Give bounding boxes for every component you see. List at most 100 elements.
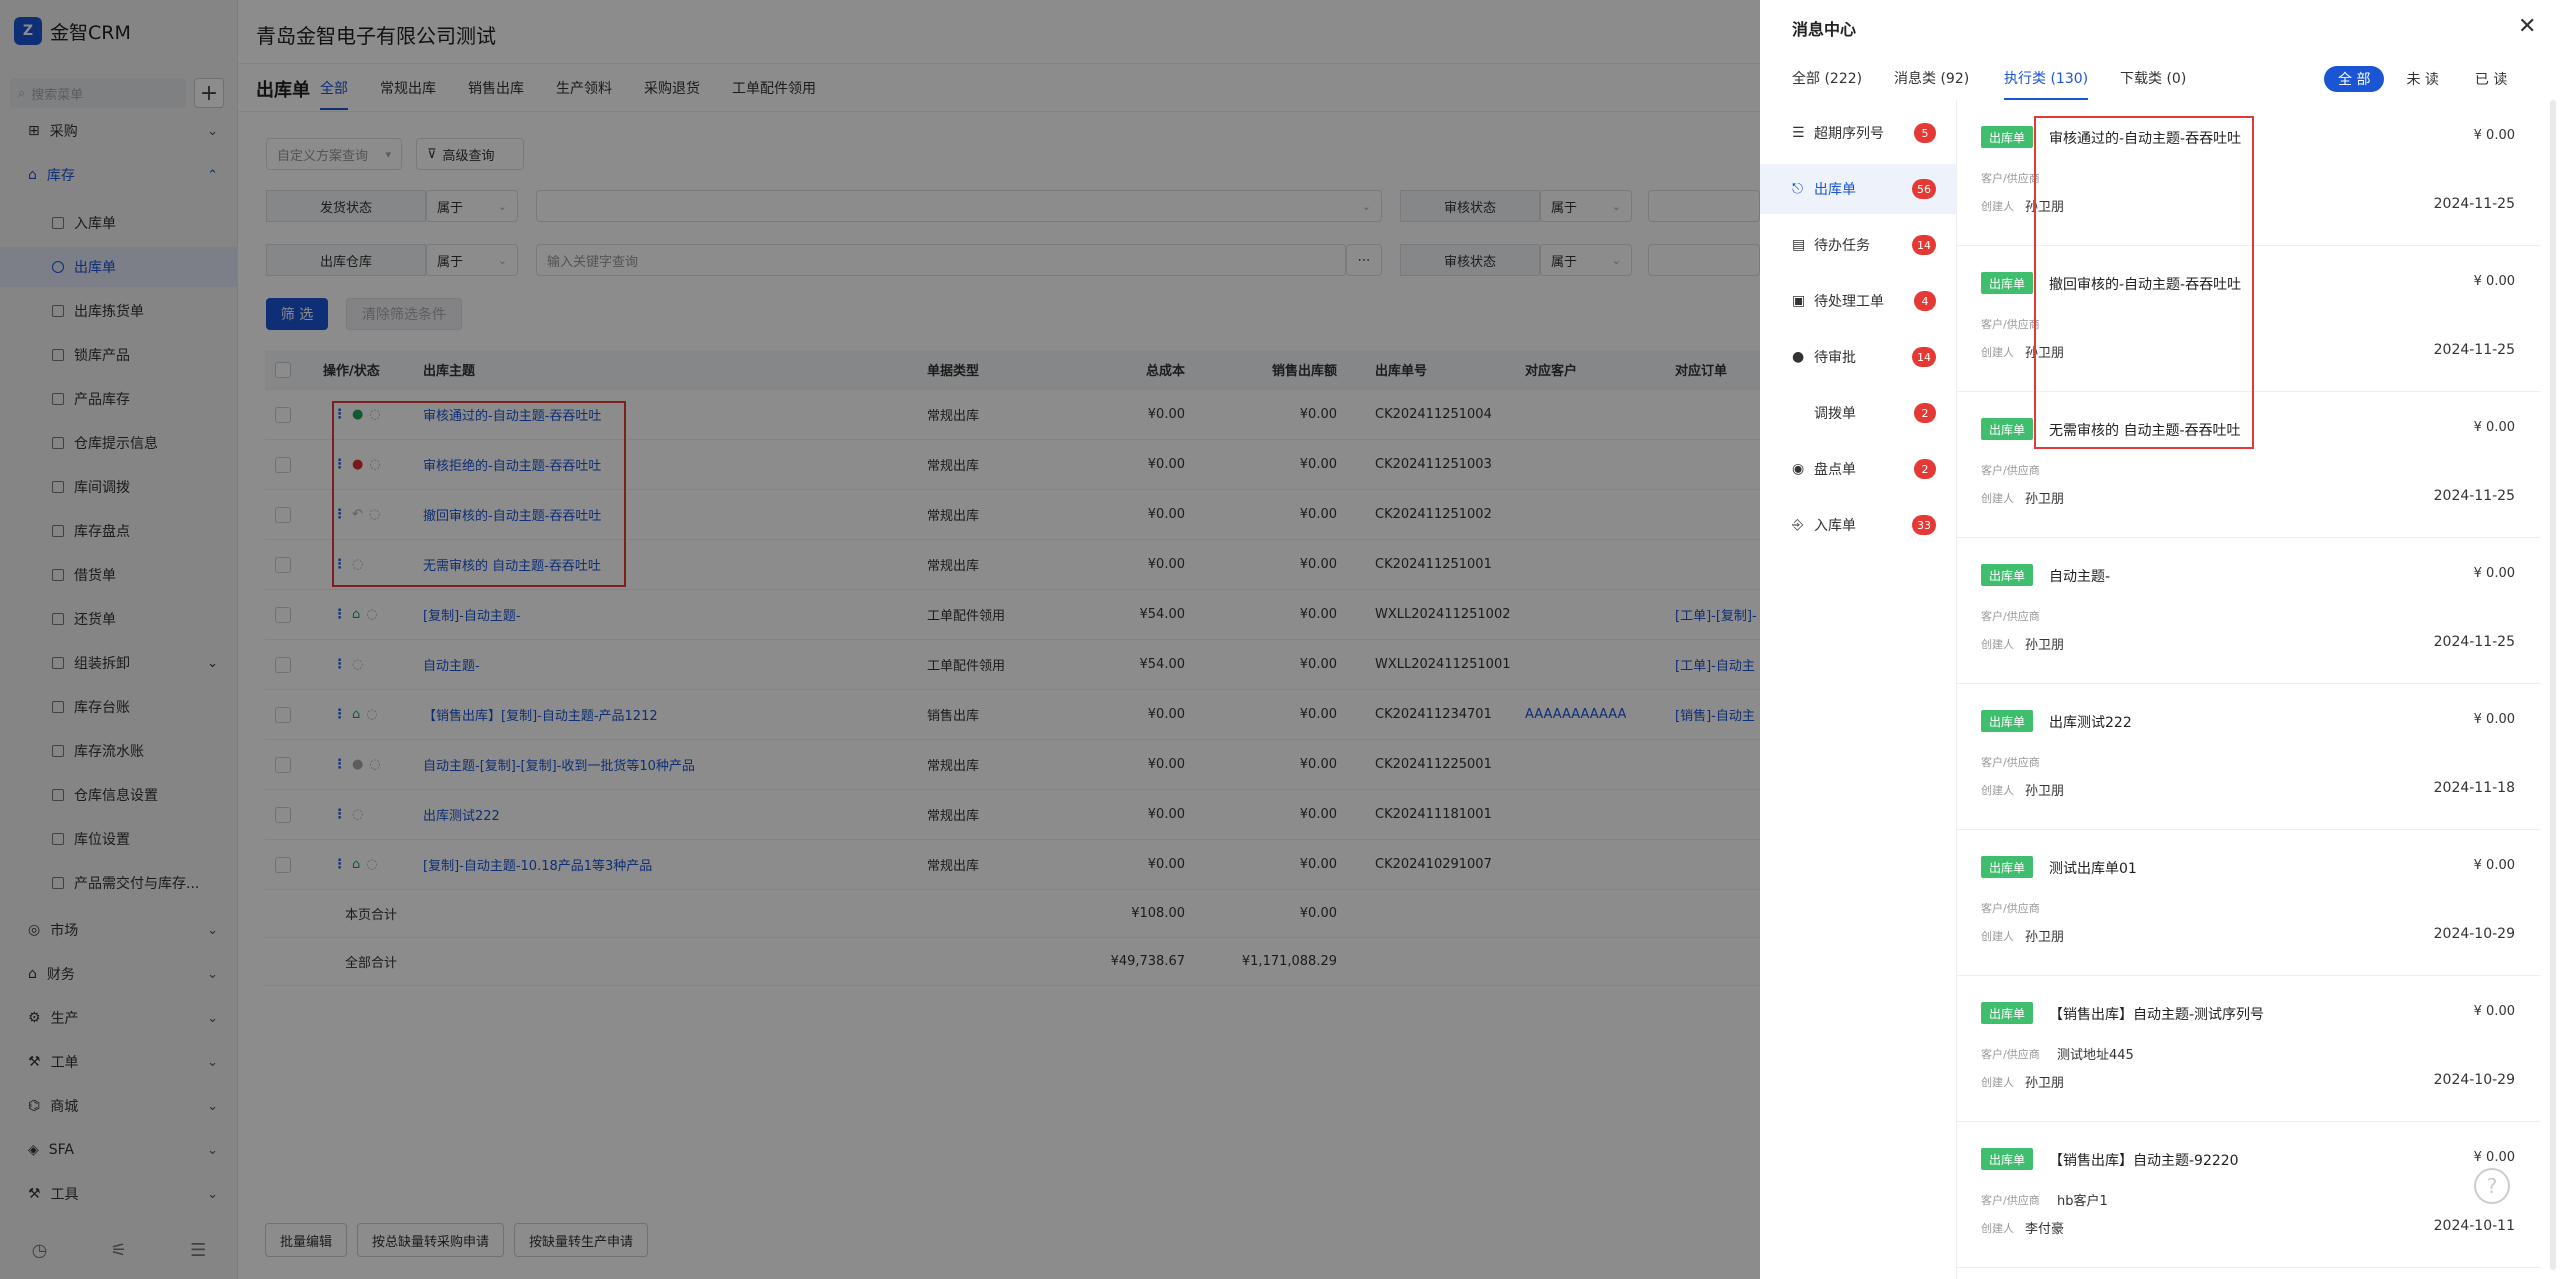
count-badge: 14	[1912, 347, 1936, 367]
message-item[interactable]: 出库单 【销售出库】自动主题-测试序列号 ¥ 0.00 客户/供应商 测试地址445 创建…	[1957, 976, 2540, 1122]
message-date: 2024-10-29	[2433, 1072, 2515, 1088]
message-tag: 出库单	[1981, 564, 2034, 586]
message-tag: 出库单	[1981, 1002, 2034, 1024]
category-item[interactable]: ☰ 超期序列号 5	[1760, 108, 1956, 158]
outbound-icon: ⎋	[1792, 181, 1804, 197]
tab-download-type[interactable]: 下载类 (0)	[2120, 68, 2186, 88]
creator-label: 创建人	[1981, 1222, 2014, 1235]
category-label: 入库单	[1814, 518, 1856, 534]
message-amount: ¥ 0.00	[2473, 1150, 2515, 1165]
category-item[interactable]: ⎆ 入库单 33	[1760, 500, 1956, 550]
inbound-icon: ⎆	[1792, 517, 1804, 533]
message-date: 2024-11-25	[2433, 488, 2515, 504]
category-item[interactable]: ▣ 待处理工单 4	[1760, 276, 1956, 326]
customer-label: 客户/供应商	[1981, 172, 2040, 185]
creator-value: 孙卫朋	[2025, 638, 2065, 653]
category-item[interactable]: ◉ 盘点单 2	[1760, 444, 1956, 494]
creator-value: 孙卫朋	[2025, 492, 2065, 507]
count-badge: 2	[1914, 403, 1936, 423]
message-tag: 出库单	[1981, 710, 2034, 732]
filter-unread[interactable]: 未 读	[2392, 66, 2452, 92]
count-badge: 5	[1914, 123, 1936, 143]
customer-label: 客户/供应商	[1981, 318, 2040, 331]
category-label: 超期序列号	[1814, 126, 1884, 142]
message-title: 测试出库单01	[2049, 861, 2137, 877]
help-icon[interactable]: ?	[2474, 1168, 2510, 1204]
creator-value: 孙卫朋	[2025, 1076, 2065, 1091]
customer-label: 客户/供应商	[1981, 756, 2040, 769]
message-amount: ¥ 0.00	[2473, 858, 2515, 873]
category-label: 待审批	[1814, 350, 1856, 366]
creator-label: 创建人	[1981, 638, 2014, 651]
highlight-box-messages	[2034, 116, 2254, 449]
category-label: 盘点单	[1814, 462, 1856, 478]
category-label: 待办任务	[1814, 238, 1870, 254]
category-item[interactable]: ● 待审批 14	[1760, 332, 1956, 382]
message-title: 出库测试222	[2049, 715, 2132, 731]
category-label: 待处理工单	[1814, 294, 1884, 310]
message-title: 【销售出库】自动主题-92220	[2049, 1153, 2239, 1169]
message-date: 2024-10-29	[2433, 926, 2515, 942]
creator-label: 创建人	[1981, 492, 2014, 505]
customer-label: 客户/供应商	[1981, 464, 2040, 477]
message-item[interactable]: 出库单 测试出库单01 ¥ 0.00 客户/供应商 创建人 孙卫朋 2024-10-29	[1957, 830, 2540, 976]
message-item[interactable]: 出库单 自动主题- ¥ 0.00 客户/供应商 创建人 孙卫朋 2024-11-25	[1957, 538, 2540, 684]
category-label: 出库单	[1814, 182, 1856, 198]
message-tag: 出库单	[1981, 272, 2034, 294]
creator-label: 创建人	[1981, 930, 2014, 943]
message-title: 自动主题-	[2049, 569, 2111, 585]
message-date: 2024-10-11	[2433, 1218, 2515, 1234]
message-amount: ¥ 0.00	[2473, 128, 2515, 143]
customer-value: hb客户1	[2057, 1194, 2108, 1209]
customer-label: 客户/供应商	[1981, 610, 2040, 623]
tab-all-messages[interactable]: 全部 (222)	[1792, 68, 1862, 88]
customer-label: 客户/供应商	[1981, 902, 2040, 915]
creator-value: 孙卫朋	[2025, 930, 2065, 945]
creator-label: 创建人	[1981, 784, 2014, 797]
count-badge: 4	[1914, 291, 1936, 311]
message-date: 2024-11-25	[2433, 342, 2515, 358]
message-amount: ¥ 0.00	[2473, 1004, 2515, 1019]
message-scrollbar[interactable]	[2550, 100, 2556, 1270]
stocktake-icon: ◉	[1792, 461, 1805, 477]
count-badge: 56	[1912, 179, 1936, 199]
ticket-icon: ▣	[1792, 293, 1806, 309]
creator-value: 孙卫朋	[2025, 784, 2065, 799]
creator-label: 创建人	[1981, 1076, 2014, 1089]
message-amount: ¥ 0.00	[2473, 420, 2515, 435]
tab-message-type[interactable]: 消息类 (92)	[1894, 68, 1969, 88]
customer-label: 客户/供应商	[1981, 1194, 2040, 1207]
filter-all[interactable]: 全 部	[2324, 66, 2385, 92]
creator-label: 创建人	[1981, 346, 2014, 359]
modal-overlay[interactable]	[0, 0, 1760, 1279]
read-filter-group: 全 部 未 读 已 读	[2324, 66, 2521, 92]
message-item[interactable]: 出库单 出库测试222 ¥ 0.00 客户/供应商 创建人 孙卫朋 2024-11-18	[1957, 684, 2540, 830]
message-tag: 出库单	[1981, 856, 2034, 878]
message-tag: 出库单	[1981, 126, 2034, 148]
count-badge: 2	[1914, 459, 1936, 479]
message-item[interactable]: 出库单 【销售出库】自动主题-92220 ¥ 0.00 客户/供应商 hb客户1 创建人李…	[1957, 1122, 2540, 1268]
message-title: 【销售出库】自动主题-测试序列号	[2049, 1007, 2265, 1023]
count-badge: 14	[1912, 235, 1936, 255]
count-badge: 33	[1912, 515, 1936, 535]
category-item[interactable]: ⎋ 出库单 56	[1760, 164, 1956, 214]
task-icon: ▤	[1792, 237, 1806, 253]
filter-read[interactable]: 已 读	[2461, 66, 2521, 92]
category-item[interactable]: ▤ 待办任务 14	[1760, 220, 1956, 270]
message-amount: ¥ 0.00	[2473, 712, 2515, 727]
message-date: 2024-11-25	[2433, 196, 2515, 212]
close-icon[interactable]: ✕	[2518, 14, 2536, 39]
customer-value: 测试地址445	[2057, 1048, 2134, 1063]
message-date: 2024-11-18	[2433, 780, 2515, 796]
message-tag: 出库单	[1981, 418, 2034, 440]
approver-icon: ●	[1792, 349, 1805, 365]
message-amount: ¥ 0.00	[2473, 274, 2515, 289]
creator-label: 创建人	[1981, 200, 2014, 213]
message-amount: ¥ 0.00	[2473, 566, 2515, 581]
creator-value: 李付豪	[2025, 1222, 2065, 1237]
category-label: 调拨单	[1814, 406, 1856, 422]
customer-label: 客户/供应商	[1981, 1048, 2040, 1061]
message-tag: 出库单	[1981, 1148, 2034, 1170]
tab-execution-type[interactable]: 执行类 (130)	[2004, 68, 2089, 100]
category-item[interactable]: 调拨单 2	[1760, 388, 1956, 438]
